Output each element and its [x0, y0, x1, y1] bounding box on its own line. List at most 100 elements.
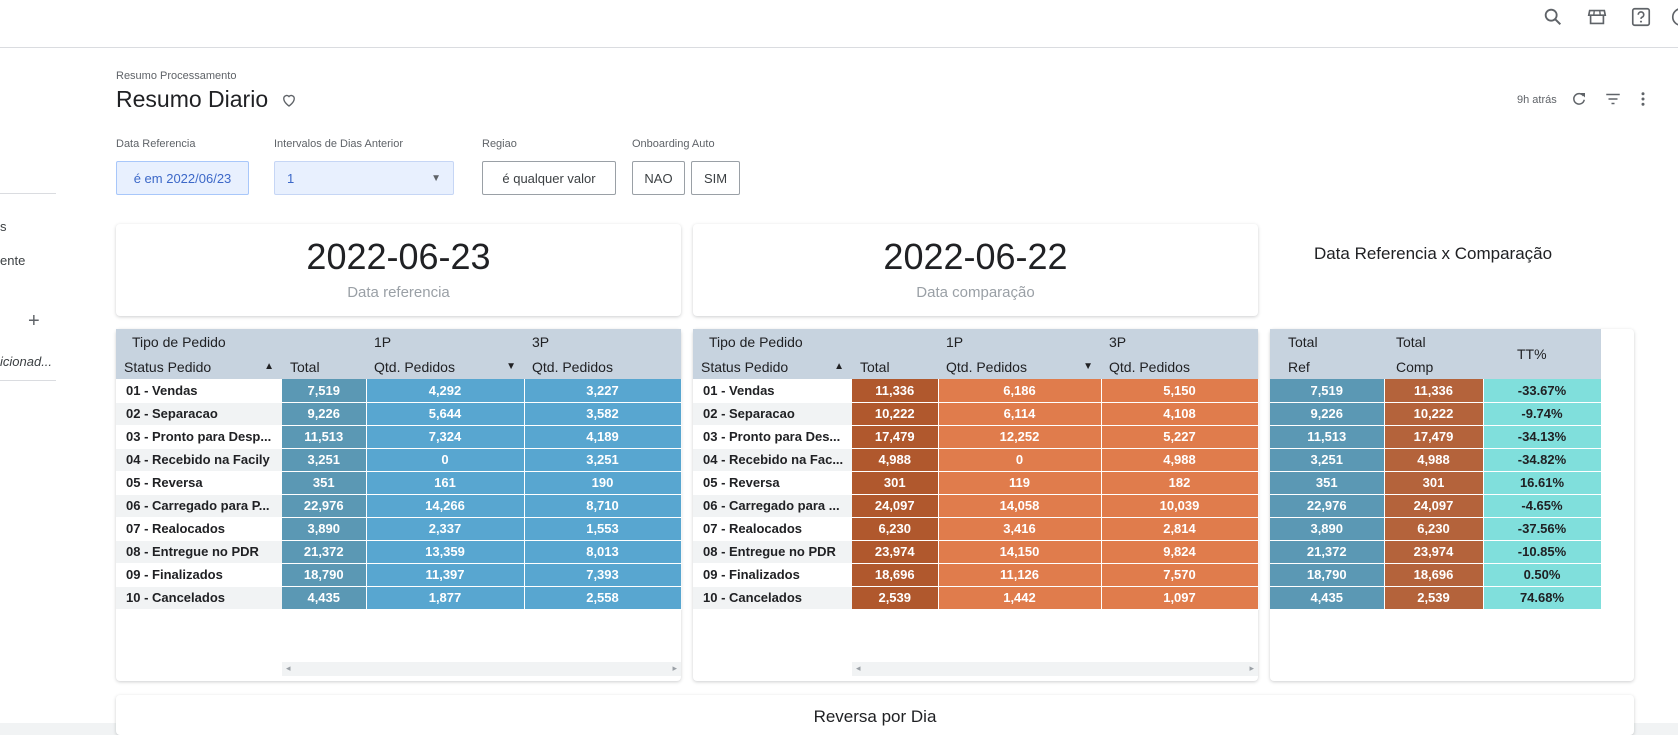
value-cell: 3,251	[1270, 448, 1384, 471]
value-cell: 7,570	[1101, 563, 1258, 586]
table-row[interactable]: 18,79018,6960.50%	[1270, 563, 1601, 586]
sort-asc-icon[interactable]: ▲	[834, 361, 844, 372]
table-row[interactable]: 10 - Cancelados2,5391,4421,097	[693, 586, 1258, 609]
table-row[interactable]: 03 - Pronto para Desp...11,5137,3244,189	[116, 425, 681, 448]
table-row[interactable]: 05 - Reversa301119182	[693, 471, 1258, 494]
header-qtd-3p[interactable]: Qtd. Pedidos	[1101, 354, 1258, 379]
value-cell: 4,988	[1101, 448, 1258, 471]
header-qtd-1p[interactable]: Qtd. Pedidos▼	[366, 354, 524, 379]
value-cell: -33.67%	[1483, 379, 1601, 402]
table-row[interactable]: 04 - Recebido na Facily3,25103,251	[116, 448, 681, 471]
header-status[interactable]: Status Pedido▲	[693, 354, 852, 379]
onboarding-nao-button[interactable]: NAO	[632, 161, 685, 195]
table-row[interactable]: 09 - Finalizados18,69611,1267,570	[693, 563, 1258, 586]
table-row[interactable]: 11,51317,479-34.13%	[1270, 425, 1601, 448]
table-row[interactable]: 06 - Carregado para P...22,97614,2668,71…	[116, 494, 681, 517]
table-row[interactable]: 05 - Reversa351161190	[116, 471, 681, 494]
store-icon[interactable]	[1586, 6, 1608, 28]
header-1p: 1P	[938, 329, 1101, 354]
table-row[interactable]: 9,22610,222-9.74%	[1270, 402, 1601, 425]
status-cell: 10 - Cancelados	[693, 586, 852, 609]
table-row[interactable]: 06 - Carregado para ...24,09714,05810,03…	[693, 494, 1258, 517]
value-cell: 7,324	[366, 425, 524, 448]
value-cell: 17,479	[1384, 425, 1483, 448]
account-icon[interactable]	[1670, 6, 1678, 28]
header-qtd-1p[interactable]: Qtd. Pedidos▼	[938, 354, 1101, 379]
header-status[interactable]: Status Pedido▲	[116, 354, 282, 379]
value-cell: -10.85%	[1483, 540, 1601, 563]
table-row[interactable]: 02 - Separacao10,2226,1144,108	[693, 402, 1258, 425]
table-row[interactable]: 09 - Finalizados18,79011,3977,393	[116, 563, 681, 586]
sidebar-divider	[0, 380, 56, 381]
report-canvas: Resumo Processamento Resumo Diario 9h at…	[56, 48, 1678, 723]
table-row[interactable]: 07 - Realocados3,8902,3371,553	[116, 517, 681, 540]
header-total[interactable]: Total	[852, 354, 938, 379]
header-tipo[interactable]: Tipo de Pedido	[116, 329, 282, 354]
cmp-table-card: TotalTotalTT% RefComp 7,51911,336-33.67%…	[1270, 329, 1634, 681]
table-row[interactable]: 07 - Realocados6,2303,4162,814	[693, 517, 1258, 540]
heart-icon[interactable]	[280, 91, 298, 109]
value-cell: 0	[938, 448, 1101, 471]
header-total[interactable]: Total	[282, 354, 366, 379]
table-row[interactable]: 7,51911,336-33.67%	[1270, 379, 1601, 402]
horizontal-scrollbar[interactable]: ◂▸	[852, 662, 1258, 676]
table-row[interactable]: 10 - Cancelados4,4351,8772,558	[116, 586, 681, 609]
table-row[interactable]: 35130116.61%	[1270, 471, 1601, 494]
value-cell: 18,790	[282, 563, 366, 586]
sidebar-divider	[0, 193, 56, 194]
table-row[interactable]: 03 - Pronto para Des...17,47912,2525,227	[693, 425, 1258, 448]
table-row[interactable]: 22,97624,097-4.65%	[1270, 494, 1601, 517]
value-cell: 18,790	[1270, 563, 1384, 586]
table-row[interactable]: 01 - Vendas7,5194,2923,227	[116, 379, 681, 402]
regiao-filter[interactable]: é qualquer valor	[482, 161, 616, 195]
header-tt[interactable]: TT%	[1483, 329, 1601, 379]
value-cell: 5,227	[1101, 425, 1258, 448]
status-cell: 10 - Cancelados	[116, 586, 282, 609]
intervalo-dropdown[interactable]: 1 ▼	[274, 161, 454, 195]
value-cell: -37.56%	[1483, 517, 1601, 540]
value-cell: -9.74%	[1483, 402, 1601, 425]
table-row[interactable]: 21,37223,974-10.85%	[1270, 540, 1601, 563]
add-icon[interactable]: +	[28, 310, 40, 333]
refresh-icon[interactable]	[1570, 90, 1588, 108]
value-cell: 3,227	[524, 379, 681, 402]
value-cell: 17,479	[852, 425, 938, 448]
sort-desc-icon[interactable]: ▼	[506, 361, 516, 372]
comp-date-scorecard: 2022-06-22 Data comparação	[693, 224, 1258, 316]
table-row[interactable]: 08 - Entregue no PDR23,97414,1509,824	[693, 540, 1258, 563]
data-referencia-filter[interactable]: é em 2022/06/23	[116, 161, 249, 195]
table-row[interactable]: 08 - Entregue no PDR21,37213,3598,013	[116, 540, 681, 563]
table-row[interactable]: 4,4352,53974.68%	[1270, 586, 1601, 609]
horizontal-scrollbar[interactable]: ◂▸	[282, 662, 681, 676]
table-row[interactable]: 01 - Vendas11,3366,1865,150	[693, 379, 1258, 402]
value-cell: 14,266	[366, 494, 524, 517]
comp-table: Tipo de Pedido1P3P Status Pedido▲TotalQt…	[693, 329, 1259, 610]
header-comp: Comp	[1384, 354, 1483, 379]
value-cell: 4,108	[1101, 402, 1258, 425]
value-cell: 2,814	[1101, 517, 1258, 540]
search-icon[interactable]	[1542, 6, 1564, 28]
header-total-comp[interactable]: Total	[1384, 329, 1483, 354]
table-row[interactable]: 3,8906,230-37.56%	[1270, 517, 1601, 540]
header-tipo[interactable]: Tipo de Pedido	[693, 329, 852, 354]
sort-desc-icon[interactable]: ▼	[1083, 361, 1093, 372]
sidebar-item-1[interactable]: s	[0, 219, 7, 234]
value-cell: 10,222	[1384, 402, 1483, 425]
header-qtd-3p[interactable]: Qtd. Pedidos	[524, 354, 681, 379]
sort-asc-icon[interactable]: ▲	[264, 361, 274, 372]
header-total-ref[interactable]: Total	[1270, 329, 1384, 354]
table-row[interactable]: 04 - Recebido na Fac...4,98804,988	[693, 448, 1258, 471]
sidebar-item-3[interactable]: icionad...	[0, 354, 52, 369]
onboarding-sim-button[interactable]: SIM	[691, 161, 740, 195]
value-cell: 301	[852, 471, 938, 494]
help-icon[interactable]	[1630, 6, 1652, 28]
more-vert-icon[interactable]	[1634, 90, 1652, 108]
filter-icon[interactable]	[1604, 90, 1622, 108]
status-cell: 08 - Entregue no PDR	[693, 540, 852, 563]
sidebar-item-2[interactable]: ente	[0, 253, 25, 268]
table-row[interactable]: 3,2514,988-34.82%	[1270, 448, 1601, 471]
table-row[interactable]: 02 - Separacao9,2265,6443,582	[116, 402, 681, 425]
chevron-down-icon: ▼	[431, 173, 441, 184]
value-cell: 7,519	[1270, 379, 1384, 402]
value-cell: 11,336	[852, 379, 938, 402]
